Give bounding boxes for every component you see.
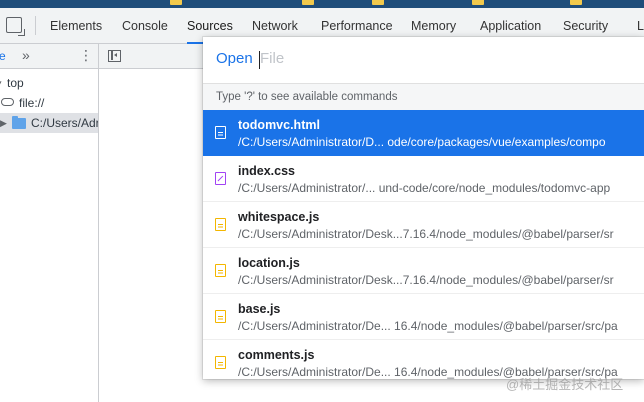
- html-file-icon: [215, 126, 226, 139]
- toolbar-divider: [35, 16, 36, 35]
- js-file-icon: [215, 218, 226, 231]
- file-results-list: todomvc.html /C:/Users/Administrator/D..…: [203, 110, 644, 379]
- bookmarks-bar: [0, 0, 644, 8]
- file-path: /C:/Users/Administrator/Desk...7.16.4/no…: [238, 227, 614, 241]
- hint-text: Type '?' to see available commands: [216, 91, 398, 103]
- file-navigator: e » ⋮ ▾ top file:// ▶ C:/Users/Adr: [0, 44, 99, 402]
- file-name: location.js: [238, 256, 300, 270]
- bookmark-folder-icon: [372, 0, 384, 5]
- tab-elements[interactable]: Elements: [50, 8, 102, 43]
- navigator-tab-page[interactable]: e: [0, 49, 6, 63]
- list-item[interactable]: index.css /C:/Users/Administrator/... un…: [203, 156, 644, 202]
- inspect-element-icon[interactable]: [6, 17, 25, 36]
- list-item[interactable]: whitespace.js /C:/Users/Administrator/De…: [203, 202, 644, 248]
- more-tabs-button[interactable]: »: [22, 47, 30, 63]
- list-item[interactable]: base.js /C:/Users/Administrator/De... 16…: [203, 294, 644, 340]
- js-file-icon: [215, 264, 226, 277]
- file-name: todomvc.html: [238, 118, 320, 132]
- bookmark-folder-icon: [302, 0, 314, 5]
- commands-hint: Type '?' to see available commands: [203, 83, 644, 111]
- cloud-icon: [1, 98, 14, 106]
- file-name: comments.js: [238, 348, 315, 362]
- watermark: @稀土掘金技术社区: [506, 377, 624, 392]
- quick-open-dialog: Open File Type '?' to see available comm…: [203, 37, 644, 379]
- file-path: /C:/Users/Administrator/... und-code/cor…: [238, 181, 611, 195]
- collapse-triangle-icon[interactable]: ▶: [0, 113, 7, 133]
- tree-item-label: top: [7, 76, 24, 90]
- list-item[interactable]: location.js /C:/Users/Administrator/Desk…: [203, 248, 644, 294]
- bookmark-folder-icon: [170, 0, 182, 5]
- tree-item-folder[interactable]: ▶ C:/Users/Adr: [0, 113, 98, 133]
- bookmark-folder-icon: [570, 0, 582, 5]
- js-file-icon: [215, 310, 226, 323]
- file-name: whitespace.js: [238, 210, 320, 224]
- tree-item-label: C:/Users/Adr: [31, 116, 98, 130]
- file-path: /C:/Users/Administrator/D... ode/core/pa…: [238, 135, 606, 149]
- bookmark-folder-icon: [472, 0, 484, 5]
- tree-item-label: file://: [19, 96, 45, 110]
- css-file-icon: [215, 172, 226, 185]
- navigator-menu-icon[interactable]: ⋮: [79, 47, 93, 64]
- quick-open-prompt[interactable]: Open File: [203, 37, 644, 83]
- tree-item-top[interactable]: ▾ top: [0, 73, 98, 93]
- file-path: /C:/Users/Administrator/Desk...7.16.4/no…: [238, 273, 614, 287]
- prompt-prefix: Open: [216, 50, 253, 67]
- file-path: /C:/Users/Administrator/De... 16.4/node_…: [238, 319, 618, 333]
- quick-open-input-placeholder[interactable]: File: [260, 50, 284, 67]
- expand-triangle-icon[interactable]: ▾: [0, 73, 2, 93]
- js-file-icon: [215, 356, 226, 369]
- toggle-navigator-icon[interactable]: [108, 50, 121, 62]
- folder-icon: [12, 116, 26, 129]
- file-name: index.css: [238, 164, 295, 178]
- file-name: base.js: [238, 302, 281, 316]
- navigator-header: e » ⋮: [0, 44, 98, 69]
- tab-console[interactable]: Console: [122, 8, 168, 43]
- list-item[interactable]: todomvc.html /C:/Users/Administrator/D..…: [203, 110, 644, 156]
- tree-item-file[interactable]: file://: [0, 93, 98, 113]
